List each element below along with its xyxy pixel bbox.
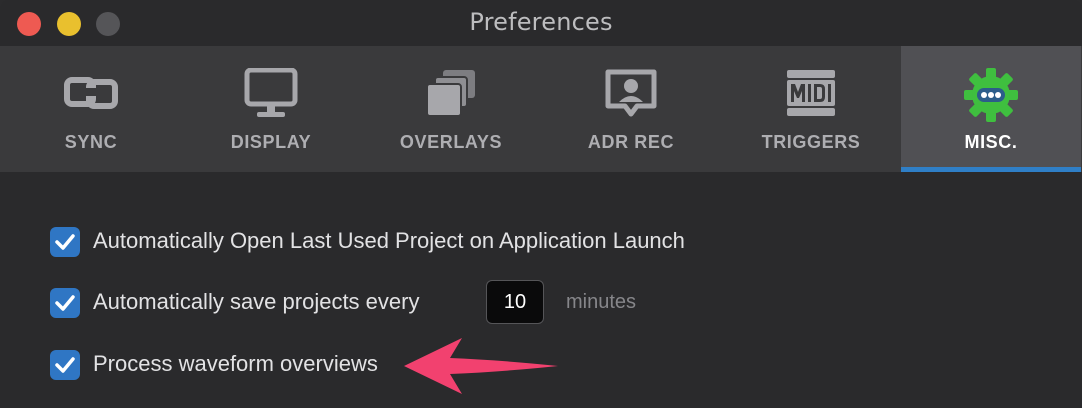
autosave-checkbox[interactable] (50, 288, 80, 318)
annotation-arrow-icon (404, 338, 558, 394)
checkmark-icon (55, 295, 75, 311)
tab-adr-rec-label: ADR REC (587, 132, 675, 152)
preferences-toolbar: SYNC DISPLAY OVERLAYS ADR REC TRIGGERS M… (0, 46, 1082, 172)
open-last-project-label: Automatically Open Last Used Project on … (93, 228, 685, 253)
tab-misc-label: MISC. (964, 132, 1018, 152)
waveform-checkbox[interactable] (50, 350, 80, 380)
checkmark-icon (55, 234, 75, 250)
tab-display-label: DISPLAY (230, 132, 312, 152)
preferences-window: Preferences SYNC DISPLAY OVERLAYS ADR RE… (0, 0, 1082, 408)
tab-overlays-label: OVERLAYS (399, 132, 503, 152)
overlays-icon (421, 68, 481, 118)
tab-triggers[interactable]: TRIGGERS (721, 46, 901, 172)
checkmark-icon (55, 357, 75, 373)
midi-icon (781, 68, 841, 118)
autosave-unit-label: minutes (566, 291, 637, 313)
window-title: Preferences (469, 8, 613, 36)
sync-icon (61, 68, 121, 118)
tab-display[interactable]: DISPLAY (181, 46, 361, 172)
tab-sync-label: SYNC (64, 132, 118, 152)
autosave-minutes-input[interactable]: 10 (486, 280, 544, 324)
autosave-label: Automatically save projects every (93, 289, 420, 314)
adr-rec-icon (601, 68, 661, 118)
tab-sync[interactable]: SYNC (1, 46, 181, 172)
monitor-icon (241, 67, 301, 118)
title-bar: Preferences (0, 0, 1082, 46)
tab-triggers-label: TRIGGERS (761, 132, 861, 152)
waveform-label: Process waveform overviews (93, 351, 378, 376)
tab-misc[interactable]: MISC. (901, 46, 1081, 172)
tab-adr-rec[interactable]: ADR REC (541, 46, 721, 172)
tab-overlays[interactable]: OVERLAYS (361, 46, 541, 172)
open-last-project-checkbox[interactable] (50, 227, 80, 257)
gear-icon (961, 68, 1021, 122)
